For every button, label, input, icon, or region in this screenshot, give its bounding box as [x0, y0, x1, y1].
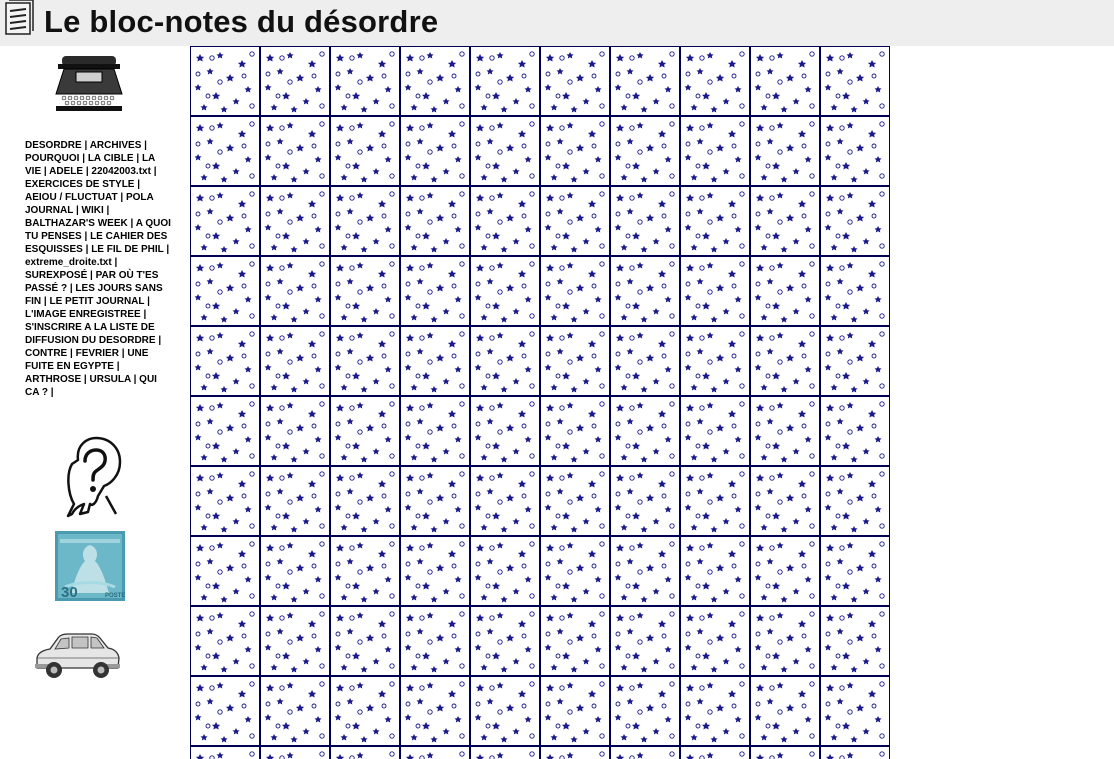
- nav-separator: |: [136, 153, 140, 164]
- nav-separator: |: [114, 257, 118, 268]
- nav-link[interactable]: 22042003.txt: [91, 166, 151, 177]
- nav-link[interactable]: URSULA: [90, 374, 131, 385]
- star-pattern-background: [190, 46, 890, 759]
- nav-separator: |: [43, 166, 47, 177]
- notepad-icon[interactable]: [2, 0, 36, 38]
- nav-link[interactable]: ARTHROSE: [25, 374, 81, 385]
- nav-separator: |: [50, 387, 54, 398]
- nav-separator: |: [84, 140, 88, 151]
- nav-separator: |: [133, 374, 137, 385]
- nav-link[interactable]: AEIOU / FLUCTUAT: [25, 192, 118, 203]
- site-header: Le bloc-notes du désordre: [0, 0, 1114, 46]
- nav-separator: |: [43, 296, 47, 307]
- car-image: [35, 633, 120, 678]
- nav-separator: |: [106, 205, 110, 216]
- nav-separator: |: [137, 179, 141, 190]
- nav-link[interactable]: LE FIL DE PHIL: [91, 244, 163, 255]
- nav-link[interactable]: FEVRIER: [76, 348, 119, 359]
- nav-link[interactable]: EXERCICES DE STYLE: [25, 179, 134, 190]
- nav-separator: |: [83, 374, 87, 385]
- nav-link[interactable]: BALTHAZAR'S WEEK: [25, 218, 128, 229]
- nav-link[interactable]: POURQUOI: [25, 153, 79, 164]
- sidebar: DESORDRE | ARCHIVES | POURQUOI | LA CIBL…: [0, 46, 190, 759]
- nav-link[interactable]: extreme_droite.txt: [25, 257, 112, 268]
- nav-separator: |: [130, 218, 134, 229]
- nav-link[interactable]: SUREXPOSÉ: [25, 270, 87, 281]
- nav-link[interactable]: ARCHIVES: [90, 140, 142, 151]
- nav-links: DESORDRE | ARCHIVES | POURQUOI | LA CIBL…: [25, 139, 171, 399]
- svg-text:POSTES: POSTES: [105, 593, 125, 599]
- nav-link[interactable]: ADELE: [49, 166, 83, 177]
- nav-separator: |: [85, 166, 89, 177]
- nav-link[interactable]: WIKI: [82, 205, 104, 216]
- nav-separator: |: [143, 309, 147, 320]
- nav-separator: |: [70, 348, 73, 359]
- nav-separator: |: [166, 244, 170, 255]
- typewriter-image: [55, 56, 123, 111]
- nav-link[interactable]: DESORDRE: [25, 140, 82, 151]
- stamp-image: 30 POSTES: [55, 531, 125, 601]
- page-title: Le bloc-notes du désordre: [44, 4, 439, 39]
- nav-separator: |: [144, 140, 147, 151]
- nav-separator: |: [153, 166, 157, 177]
- nav-link[interactable]: LE PETIT JOURNAL: [49, 296, 144, 307]
- nav-separator: |: [121, 348, 125, 359]
- nav-separator: |: [84, 231, 88, 242]
- nav-link[interactable]: S'INSCRIRE A LA LISTE DE DIFFUSION DU DE…: [25, 322, 156, 346]
- svg-text:30: 30: [61, 584, 78, 601]
- nav-separator: |: [69, 283, 73, 294]
- nav-separator: |: [75, 205, 79, 216]
- nav-link[interactable]: LA CIBLE: [88, 153, 134, 164]
- nav-separator: |: [85, 244, 89, 255]
- nav-separator: |: [158, 335, 162, 346]
- question-mark-image: [66, 436, 122, 518]
- nav-link[interactable]: CONTRE: [25, 348, 67, 359]
- nav-separator: |: [90, 270, 93, 281]
- nav-separator: |: [147, 296, 150, 307]
- nav-link[interactable]: L'IMAGE ENREGISTREE: [25, 309, 141, 320]
- nav-separator: |: [82, 153, 86, 164]
- nav-separator: |: [116, 361, 120, 372]
- nav-separator: |: [120, 192, 124, 203]
